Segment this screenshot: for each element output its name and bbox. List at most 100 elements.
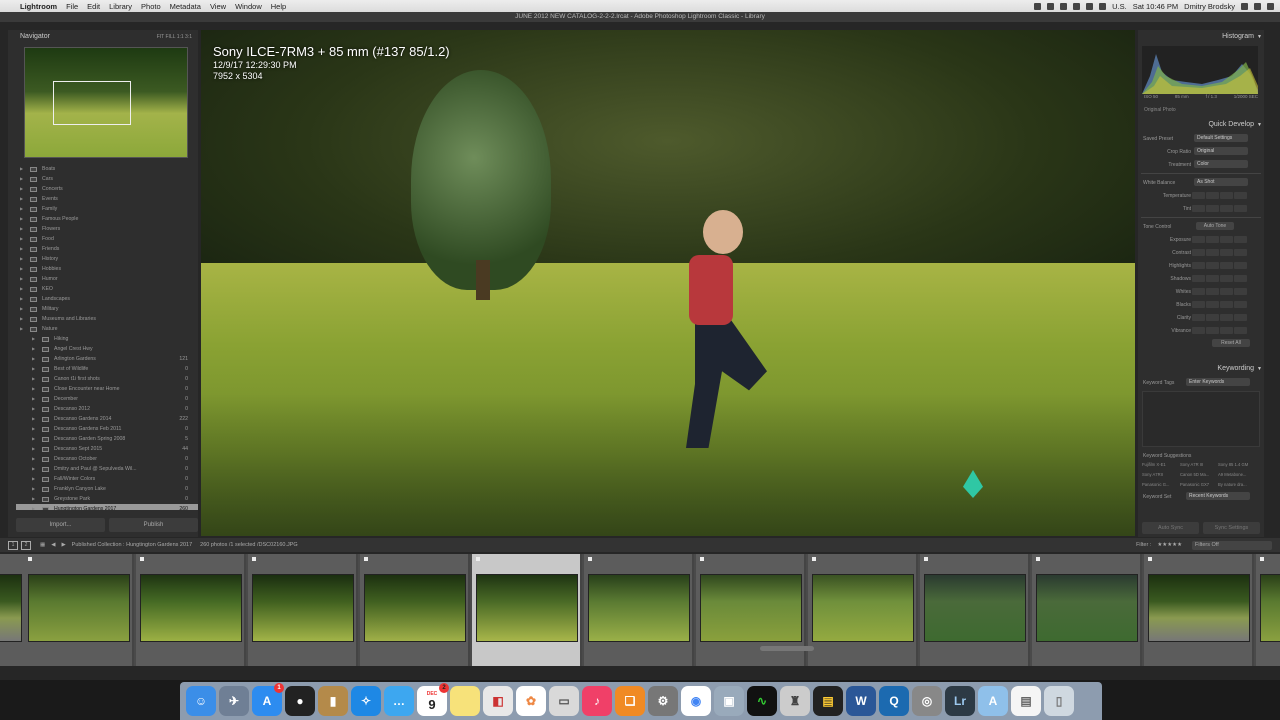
keyword-set-select[interactable]: Recent Keywords [1186, 492, 1250, 500]
keyword-suggestion[interactable]: By nature dra... [1218, 482, 1254, 487]
disclosure-triangle-icon[interactable]: ▶ [20, 324, 23, 334]
disclosure-triangle-icon[interactable]: ▶ [20, 244, 23, 254]
app-store-icon[interactable]: A1 [252, 683, 284, 716]
filmstrip-app-icon[interactable]: ▤ [813, 686, 843, 716]
collection-item[interactable]: ▶ Food [16, 234, 198, 244]
keyword-suggestion[interactable]: Sony 85 1.4 GM [1218, 462, 1254, 467]
collection-item[interactable]: ▶ Close Encounter near Home 0 [16, 384, 198, 394]
preview-icon[interactable]: ◧ [483, 686, 513, 716]
disclosure-triangle-icon[interactable]: ▶ [32, 354, 35, 364]
highlights-buttons[interactable] [1192, 262, 1247, 269]
collection-item[interactable]: ▶ Descanso 2012 0 [16, 404, 198, 414]
saved-preset-select[interactable]: Default Settings [1194, 134, 1248, 142]
filmstrip-thumbnail[interactable] [1256, 554, 1280, 666]
chrome-icon[interactable]: ◉ [681, 686, 711, 716]
filmstrip-thumbnail[interactable] [136, 554, 246, 666]
notes-book-icon[interactable]: ▮ [318, 686, 348, 716]
collection-item[interactable]: ▶ Military [16, 304, 198, 314]
keyword-suggestion[interactable]: Panasonic G... [1142, 482, 1178, 487]
disclosure-triangle-icon[interactable]: ▶ [20, 274, 23, 284]
search-icon[interactable] [1241, 2, 1248, 10]
grid-icon[interactable]: ▦ [40, 538, 45, 552]
disclosure-triangle-icon[interactable]: ▶ [32, 374, 35, 384]
collection-item[interactable]: ▶ Humor [16, 274, 198, 284]
main-photo[interactable]: Sony ILCE-7RM3 + 85 mm (#137 85/1.2) 12/… [201, 30, 1135, 536]
applications-folder-icon[interactable]: A [978, 686, 1008, 716]
disclosure-triangle-icon[interactable]: ▶ [20, 174, 23, 184]
disclosure-triangle-icon[interactable]: ▶ [32, 364, 35, 374]
disclosure-triangle-icon[interactable]: ▶ [20, 264, 23, 274]
collection-item[interactable]: ▶ Descanso Gardens Feb 2011 0 [16, 424, 198, 434]
collection-item[interactable]: ▶ Cars [16, 174, 198, 184]
word-icon[interactable]: W [846, 686, 876, 716]
reset-all-button[interactable]: Reset All [1212, 339, 1250, 347]
music-icon[interactable]: ♪ [582, 686, 612, 716]
collection-item[interactable]: ▶ Concerts [16, 184, 198, 194]
clarity-buttons[interactable] [1192, 314, 1247, 321]
rating-stars-icon[interactable]: ★★★★★ [1157, 538, 1182, 552]
filmstrip-thumbnail[interactable] [0, 554, 26, 666]
battery-icon[interactable] [1099, 2, 1107, 10]
quicktime-icon[interactable]: Q [879, 686, 909, 716]
temperature-buttons[interactable] [1192, 192, 1247, 199]
collection-item[interactable]: ▶ Hobbies [16, 264, 198, 274]
menu-photo[interactable]: Photo [141, 2, 161, 11]
calendar-icon[interactable]: DEC 9 2 [417, 683, 449, 716]
histogram-header[interactable]: Histogram [1138, 30, 1264, 44]
navigator-zoom-options[interactable]: FIT FILL 1:1 3:1 [157, 30, 192, 44]
user-name[interactable]: Dmitry Brodsky [1184, 2, 1235, 11]
safari-icon[interactable]: ✧ [351, 686, 381, 716]
automator-icon[interactable]: ♜ [780, 686, 810, 716]
menu-help[interactable]: Help [271, 2, 286, 11]
whites-buttons[interactable] [1192, 288, 1247, 295]
filmstrip-thumbnail[interactable] [808, 554, 918, 666]
forward-arrow-icon[interactable]: ▶ [61, 538, 65, 552]
disclosure-triangle-icon[interactable]: ▶ [20, 224, 23, 234]
disclosure-triangle-icon[interactable]: ▶ [32, 434, 35, 444]
collection-item[interactable]: ▶ Angel Crest Hwy [16, 344, 198, 354]
menu-file[interactable]: File [66, 2, 78, 11]
finder-icon[interactable]: ☺ [186, 686, 216, 716]
back-arrow-icon[interactable]: ◀ [51, 538, 55, 552]
filmstrip-thumbnail[interactable] [360, 554, 470, 666]
status-icon[interactable] [1034, 2, 1042, 10]
disclosure-triangle-icon[interactable]: ▶ [32, 344, 35, 354]
crop-ratio-select[interactable]: Original [1194, 147, 1248, 155]
disclosure-triangle-icon[interactable]: ▶ [20, 254, 23, 264]
disclosure-triangle-icon[interactable]: ▶ [20, 234, 23, 244]
clock[interactable]: Sat 10:46 PM [1133, 2, 1178, 11]
activity-monitor-icon[interactable]: ∿ [747, 686, 777, 716]
disclosure-triangle-icon[interactable]: ▶ [32, 334, 35, 344]
collection-item[interactable]: ▶ Family [16, 204, 198, 214]
collection-item[interactable]: ▶ Fall/Winter Colors 0 [16, 474, 198, 484]
siri-icon[interactable] [1254, 2, 1261, 10]
import-button[interactable]: Import... [16, 518, 105, 532]
disclosure-triangle-icon[interactable]: ▶ [32, 424, 35, 434]
filmstrip-thumbnail[interactable] [584, 554, 694, 666]
keywording-header[interactable]: Keywording [1138, 362, 1264, 376]
notification-icon[interactable] [1267, 2, 1274, 10]
collection-item[interactable]: ▶ KEO [16, 284, 198, 294]
quick-develop-header[interactable]: Quick Develop [1138, 118, 1264, 132]
disclosure-triangle-icon[interactable]: ▶ [32, 474, 35, 484]
menu-view[interactable]: View [210, 2, 226, 11]
collection-item[interactable]: ▶ Famous People [16, 214, 198, 224]
exposure-buttons[interactable] [1192, 236, 1247, 243]
treatment-select[interactable]: Color [1194, 160, 1248, 168]
collection-item[interactable]: ▶ Dmitry and Paul @ Sepulveda Wil... 0 [16, 464, 198, 474]
disclosure-triangle-icon[interactable]: ▶ [20, 194, 23, 204]
menu-metadata[interactable]: Metadata [170, 2, 201, 11]
collection-item[interactable]: ▶ Boats [16, 164, 198, 174]
sync-settings-button[interactable]: Sync Settings [1203, 522, 1260, 534]
color-picker-icon[interactable]: ● [285, 686, 315, 716]
histogram[interactable] [1142, 46, 1258, 94]
disclosure-triangle-icon[interactable]: ▶ [32, 454, 35, 464]
shadows-buttons[interactable] [1192, 275, 1247, 282]
collection-item[interactable]: ▶ Franklyn Canyon Lake 0 [16, 484, 198, 494]
filters-off-select[interactable]: Filters Off [1192, 540, 1272, 550]
collection-item[interactable]: ▶ Best of Wildlife 0 [16, 364, 198, 374]
books-icon[interactable]: ❑ [615, 686, 645, 716]
collection-item[interactable]: ▶ History [16, 254, 198, 264]
collection-item[interactable]: ▶ December 0 [16, 394, 198, 404]
photos-icon[interactable]: ✿ [516, 686, 546, 716]
